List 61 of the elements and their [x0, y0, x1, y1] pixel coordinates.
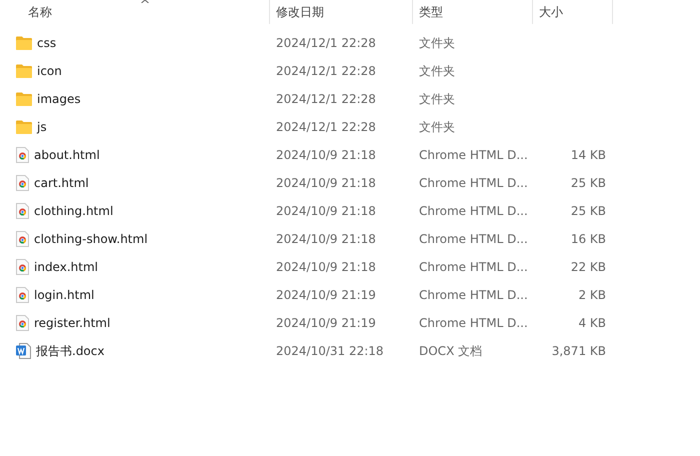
- file-size: 3,871 KB: [552, 344, 606, 358]
- modified-date: 2024/10/9 21:19: [276, 316, 376, 330]
- modified-date: 2024/10/31 22:18: [276, 344, 384, 358]
- file-type: DOCX 文档: [419, 342, 482, 360]
- modified-date: 2024/12/1 22:28: [276, 64, 376, 78]
- file-type: 文件夹: [419, 62, 455, 80]
- file-name[interactable]: cart.html: [34, 176, 89, 190]
- chrome-file-icon: [16, 203, 29, 219]
- chrome-file-icon: [16, 175, 29, 191]
- file-type: 文件夹: [419, 118, 455, 136]
- file-size: 25 KB: [570, 204, 606, 218]
- file-name[interactable]: index.html: [34, 260, 98, 274]
- modified-date: 2024/10/9 21:19: [276, 288, 376, 302]
- column-header[interactable]: 修改日期: [270, 0, 413, 24]
- file-type: Chrome HTML D...: [419, 316, 528, 330]
- modified-date: 2024/10/9 21:18: [276, 204, 376, 218]
- modified-date: 2024/10/9 21:18: [276, 260, 376, 274]
- file-name[interactable]: login.html: [34, 288, 94, 302]
- file-type: Chrome HTML D...: [419, 176, 528, 190]
- sort-caret-icon: [141, 0, 149, 3]
- file-name[interactable]: 报告书.docx: [36, 342, 104, 360]
- file-type: Chrome HTML D...: [419, 204, 528, 218]
- file-size: 22 KB: [570, 260, 606, 274]
- file-type: 文件夹: [419, 34, 455, 52]
- file-size: 25 KB: [570, 176, 606, 190]
- file-type: Chrome HTML D...: [419, 260, 528, 274]
- modified-date: 2024/10/9 21:18: [276, 148, 376, 162]
- file-type: Chrome HTML D...: [419, 148, 528, 162]
- column-header[interactable]: 类型: [413, 0, 533, 24]
- file-name[interactable]: clothing-show.html: [34, 232, 148, 246]
- modified-date: 2024/12/1 22:28: [276, 92, 376, 106]
- file-name[interactable]: register.html: [34, 316, 110, 330]
- chrome-file-icon: [16, 315, 29, 331]
- modified-date: 2024/12/1 22:28: [276, 120, 376, 134]
- chrome-file-icon: [16, 147, 29, 163]
- file-name[interactable]: images: [37, 92, 81, 106]
- column-header[interactable]: 名称: [0, 0, 270, 24]
- file-name[interactable]: about.html: [34, 148, 100, 162]
- word-document-icon: [16, 343, 31, 359]
- file-name[interactable]: css: [37, 36, 56, 50]
- file-size: 16 KB: [570, 232, 606, 246]
- folder-icon: [16, 120, 32, 134]
- chrome-file-icon: [16, 231, 29, 247]
- file-size: 2 KB: [578, 288, 606, 302]
- chrome-file-icon: [16, 287, 29, 303]
- file-name[interactable]: icon: [37, 64, 62, 78]
- file-type: 文件夹: [419, 90, 455, 108]
- modified-date: 2024/10/9 21:18: [276, 176, 376, 190]
- file-size: 14 KB: [570, 148, 606, 162]
- column-header[interactable]: 大小: [533, 0, 613, 24]
- file-size: 4 KB: [578, 316, 606, 330]
- file-type: Chrome HTML D...: [419, 232, 528, 246]
- file-name[interactable]: js: [37, 120, 47, 134]
- folder-icon: [16, 92, 32, 106]
- file-type: Chrome HTML D...: [419, 288, 528, 302]
- folder-icon: [16, 36, 32, 50]
- file-name[interactable]: clothing.html: [34, 204, 114, 218]
- folder-icon: [16, 64, 32, 78]
- modified-date: 2024/10/9 21:18: [276, 232, 376, 246]
- modified-date: 2024/12/1 22:28: [276, 36, 376, 50]
- chrome-file-icon: [16, 259, 29, 275]
